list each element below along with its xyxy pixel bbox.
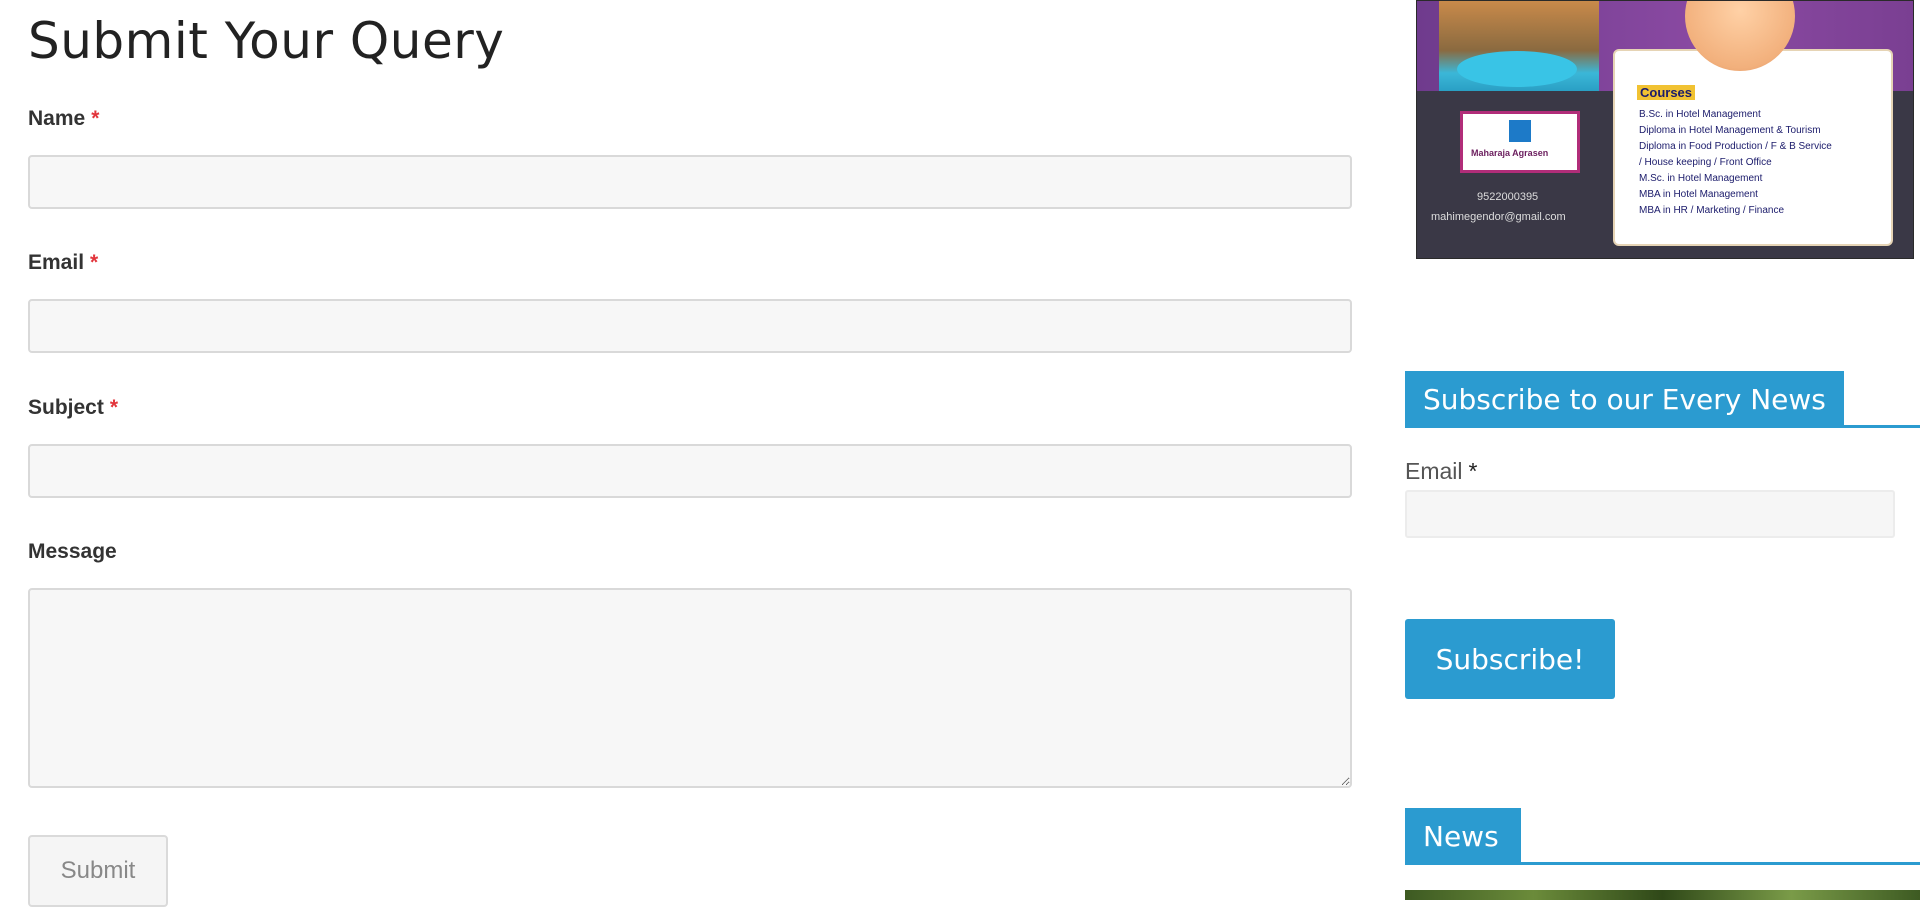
ad-phone: 9522000395 xyxy=(1477,191,1539,203)
course-item: M.Sc. in Hotel Management xyxy=(1639,173,1763,184)
courses-title: Courses xyxy=(1637,85,1696,100)
email-field[interactable] xyxy=(28,299,1352,353)
ad-email: mahimegendor@gmail.com xyxy=(1431,211,1566,223)
logo-emblem-icon xyxy=(1509,120,1531,142)
news-title-divider xyxy=(1405,862,1920,865)
pool-image xyxy=(1457,51,1577,87)
hotel-management-ad-banner[interactable]: Maharaja Agrasen 9522000395 mahimegendor… xyxy=(1416,0,1914,259)
subscribe-widget-title: Subscribe to our Every News xyxy=(1405,371,1844,427)
news-widget-title: News xyxy=(1405,808,1521,864)
course-item: MBA in HR / Marketing / Finance xyxy=(1639,205,1785,216)
subject-field[interactable] xyxy=(28,444,1352,498)
message-textarea[interactable] xyxy=(28,588,1352,788)
subscribe-title-divider xyxy=(1405,425,1920,428)
course-item: Diploma in Food Production / F & B Servi… xyxy=(1639,141,1832,152)
required-asterisk: * xyxy=(1468,458,1478,484)
subject-label: Subject * xyxy=(28,396,119,419)
message-label: Message xyxy=(28,540,117,563)
submit-button[interactable]: Submit xyxy=(28,835,168,907)
required-asterisk: * xyxy=(109,396,119,419)
subscribe-email-label: Email * xyxy=(1405,458,1478,484)
subscribe-email-field[interactable] xyxy=(1405,490,1895,538)
email-label: Email * xyxy=(28,251,99,274)
news-thumbnail-image[interactable] xyxy=(1405,890,1920,900)
course-item: / House keeping / Front Office xyxy=(1639,157,1772,168)
college-logo: Maharaja Agrasen xyxy=(1460,111,1580,173)
course-item: Diploma in Hotel Management & Tourism xyxy=(1639,125,1821,136)
required-asterisk: * xyxy=(90,251,99,274)
course-item: B.Sc. in Hotel Management xyxy=(1639,109,1761,120)
name-field[interactable] xyxy=(28,155,1352,209)
required-asterisk: * xyxy=(91,107,100,130)
page-title: Submit Your Query xyxy=(28,12,505,70)
logo-text: Maharaja Agrasen xyxy=(1471,148,1549,158)
subscribe-button[interactable]: Subscribe! xyxy=(1405,619,1615,699)
name-label: Name * xyxy=(28,107,100,130)
course-item: MBA in Hotel Management xyxy=(1639,189,1758,200)
